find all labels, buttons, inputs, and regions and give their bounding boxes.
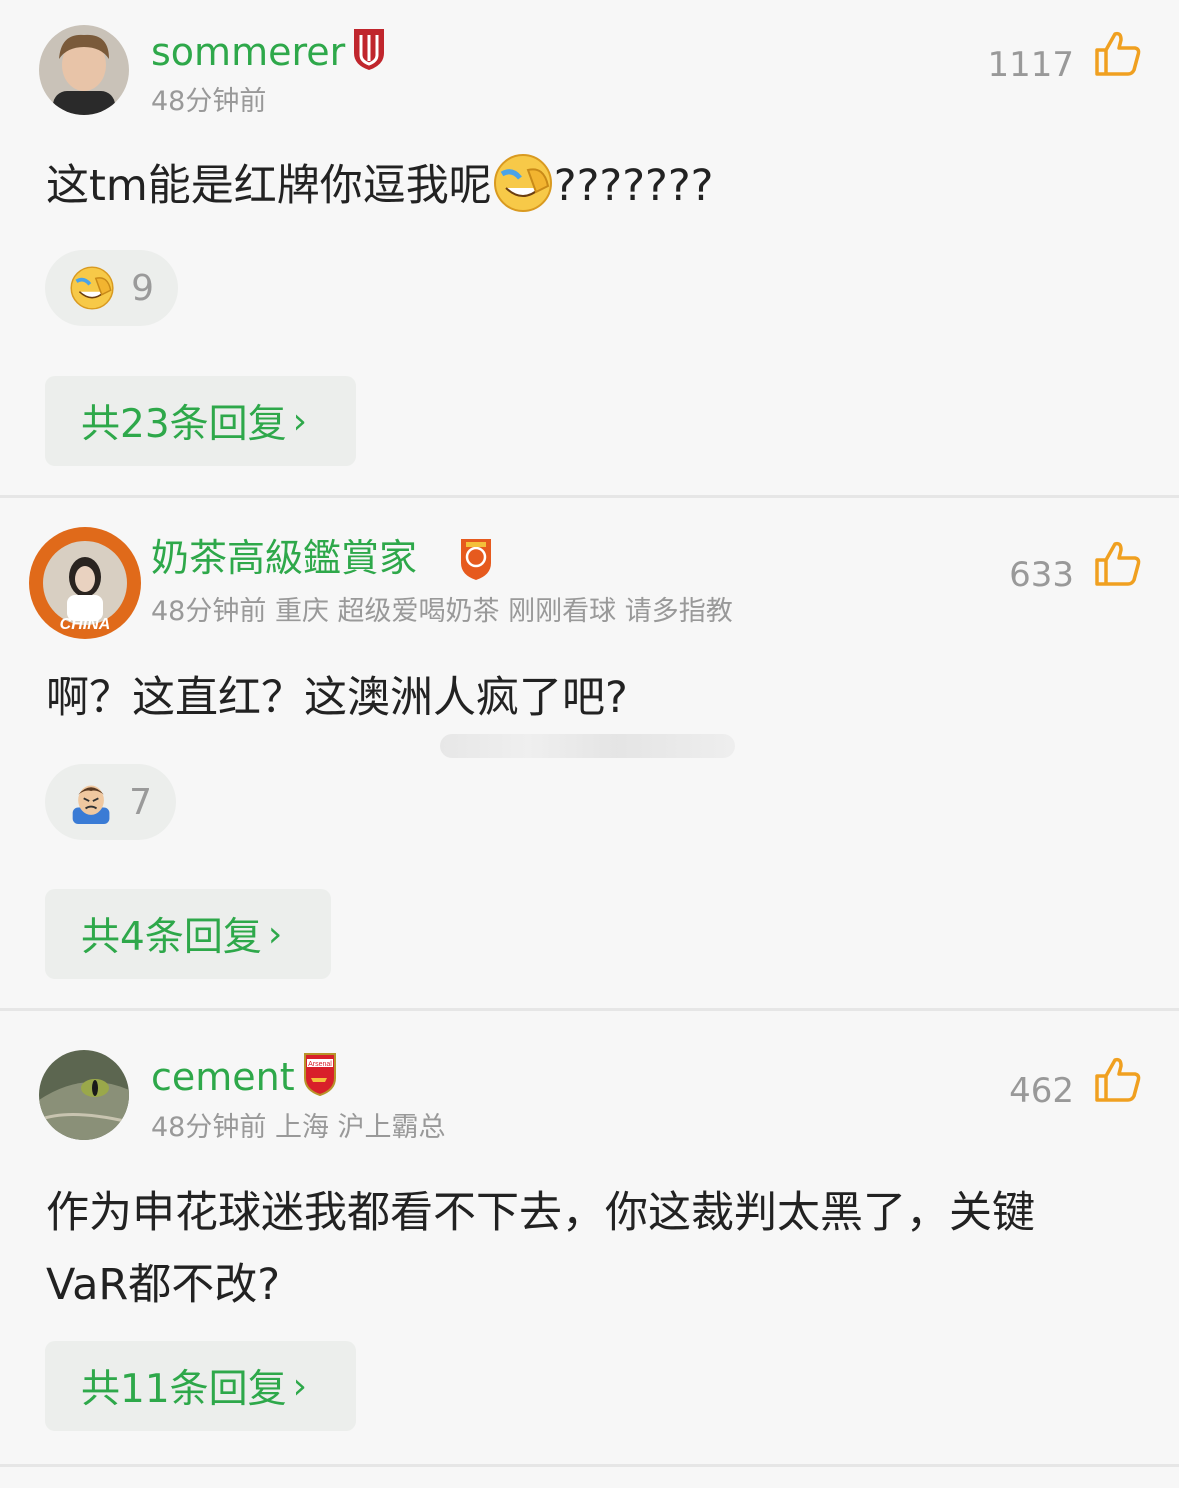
thumbs-up-icon[interactable] bbox=[1093, 30, 1143, 76]
comment-text-part: ??????? bbox=[553, 161, 714, 211]
view-replies-button[interactable]: 共11条回复 › bbox=[45, 1341, 356, 1431]
blurred-overlay bbox=[440, 734, 735, 758]
red-shield-badge bbox=[354, 29, 384, 70]
chevron-right-icon: › bbox=[267, 913, 283, 955]
like-count: 633 bbox=[1009, 555, 1074, 595]
comment-item: cement Arsenal 48分钟前 上海 沪上霸总 462 作为申花球迷我… bbox=[0, 1011, 1179, 1467]
comment-text: 作为申花球迷我都看不下去，你这裁判太黑了，关键 VaR都不改? bbox=[46, 1177, 1149, 1321]
reaction-chip[interactable]: 7 bbox=[45, 764, 176, 840]
comment-meta: 48分钟前 重庆 超级爱喝奶茶 刚刚看球 请多指教 bbox=[151, 598, 733, 625]
comment-time: 48分钟前 bbox=[151, 1112, 267, 1143]
chevron-right-icon: › bbox=[292, 400, 308, 442]
like-count: 462 bbox=[1009, 1071, 1074, 1111]
view-replies-button[interactable]: 共4条回复 › bbox=[45, 889, 331, 979]
reply-label: 共23条回复 bbox=[81, 402, 287, 447]
facepalm-laugh-emoji bbox=[70, 266, 114, 310]
username[interactable]: sommerer bbox=[151, 33, 345, 71]
username[interactable]: 奶茶高級鑑賞家 bbox=[151, 539, 417, 577]
comment-text-part: 这tm能是红牌你逗我呢 bbox=[46, 161, 492, 211]
view-replies-button[interactable]: 共23条回复 › bbox=[45, 376, 356, 466]
reaction-count: 9 bbox=[131, 267, 154, 309]
orange-club-badge bbox=[461, 539, 491, 580]
arsenal-badge: Arsenal bbox=[304, 1053, 336, 1096]
badge-text: Arsenal bbox=[308, 1061, 332, 1068]
reply-label: 共4条回复 bbox=[81, 915, 262, 960]
frustrated-man-emoji bbox=[72, 785, 110, 825]
user-avatar[interactable] bbox=[39, 1050, 129, 1140]
facepalm-laugh-emoji bbox=[493, 154, 552, 212]
like-count: 1117 bbox=[987, 45, 1074, 85]
reaction-count: 7 bbox=[129, 781, 152, 823]
comment-meta: 48分钟前 上海 沪上霸总 bbox=[151, 1114, 446, 1141]
comment-item: CHINA 奶茶高級鑑賞家 48分钟前 重庆 超级爱喝奶茶 刚刚看球 请多指教 … bbox=[0, 498, 1179, 1011]
user-avatar[interactable] bbox=[39, 25, 129, 115]
thumbs-up-icon[interactable] bbox=[1093, 1056, 1143, 1102]
comment-text: 这tm能是红牌你逗我呢??????? bbox=[46, 150, 1149, 222]
thumbs-up-icon[interactable] bbox=[1093, 540, 1143, 586]
comment-text-line: VaR都不改? bbox=[46, 1260, 281, 1310]
comment-time: 48分钟前 bbox=[151, 596, 267, 627]
reply-label: 共11条回复 bbox=[81, 1367, 287, 1412]
comment-time: 48分钟前 bbox=[151, 86, 267, 117]
comment-text: 啊？这直红？这澳洲人疯了吧? bbox=[46, 673, 628, 723]
comment-item: sommerer 48分钟前 1117 这tm能是红牌你逗我呢??????? 9… bbox=[0, 0, 1179, 498]
user-location-signature: 上海 沪上霸总 bbox=[274, 1112, 446, 1143]
user-location-signature: 重庆 超级爱喝奶茶 刚刚看球 请多指教 bbox=[274, 596, 733, 627]
comment-text-line: 作为申花球迷我都看不下去，你这裁判太黑了，关键 bbox=[46, 1188, 1035, 1238]
avatar-text: CHINA bbox=[60, 616, 111, 633]
reaction-chip[interactable]: 9 bbox=[45, 250, 178, 326]
chevron-right-icon: › bbox=[292, 1365, 308, 1407]
username[interactable]: cement bbox=[151, 1058, 295, 1096]
user-avatar[interactable]: CHINA bbox=[27, 525, 143, 641]
